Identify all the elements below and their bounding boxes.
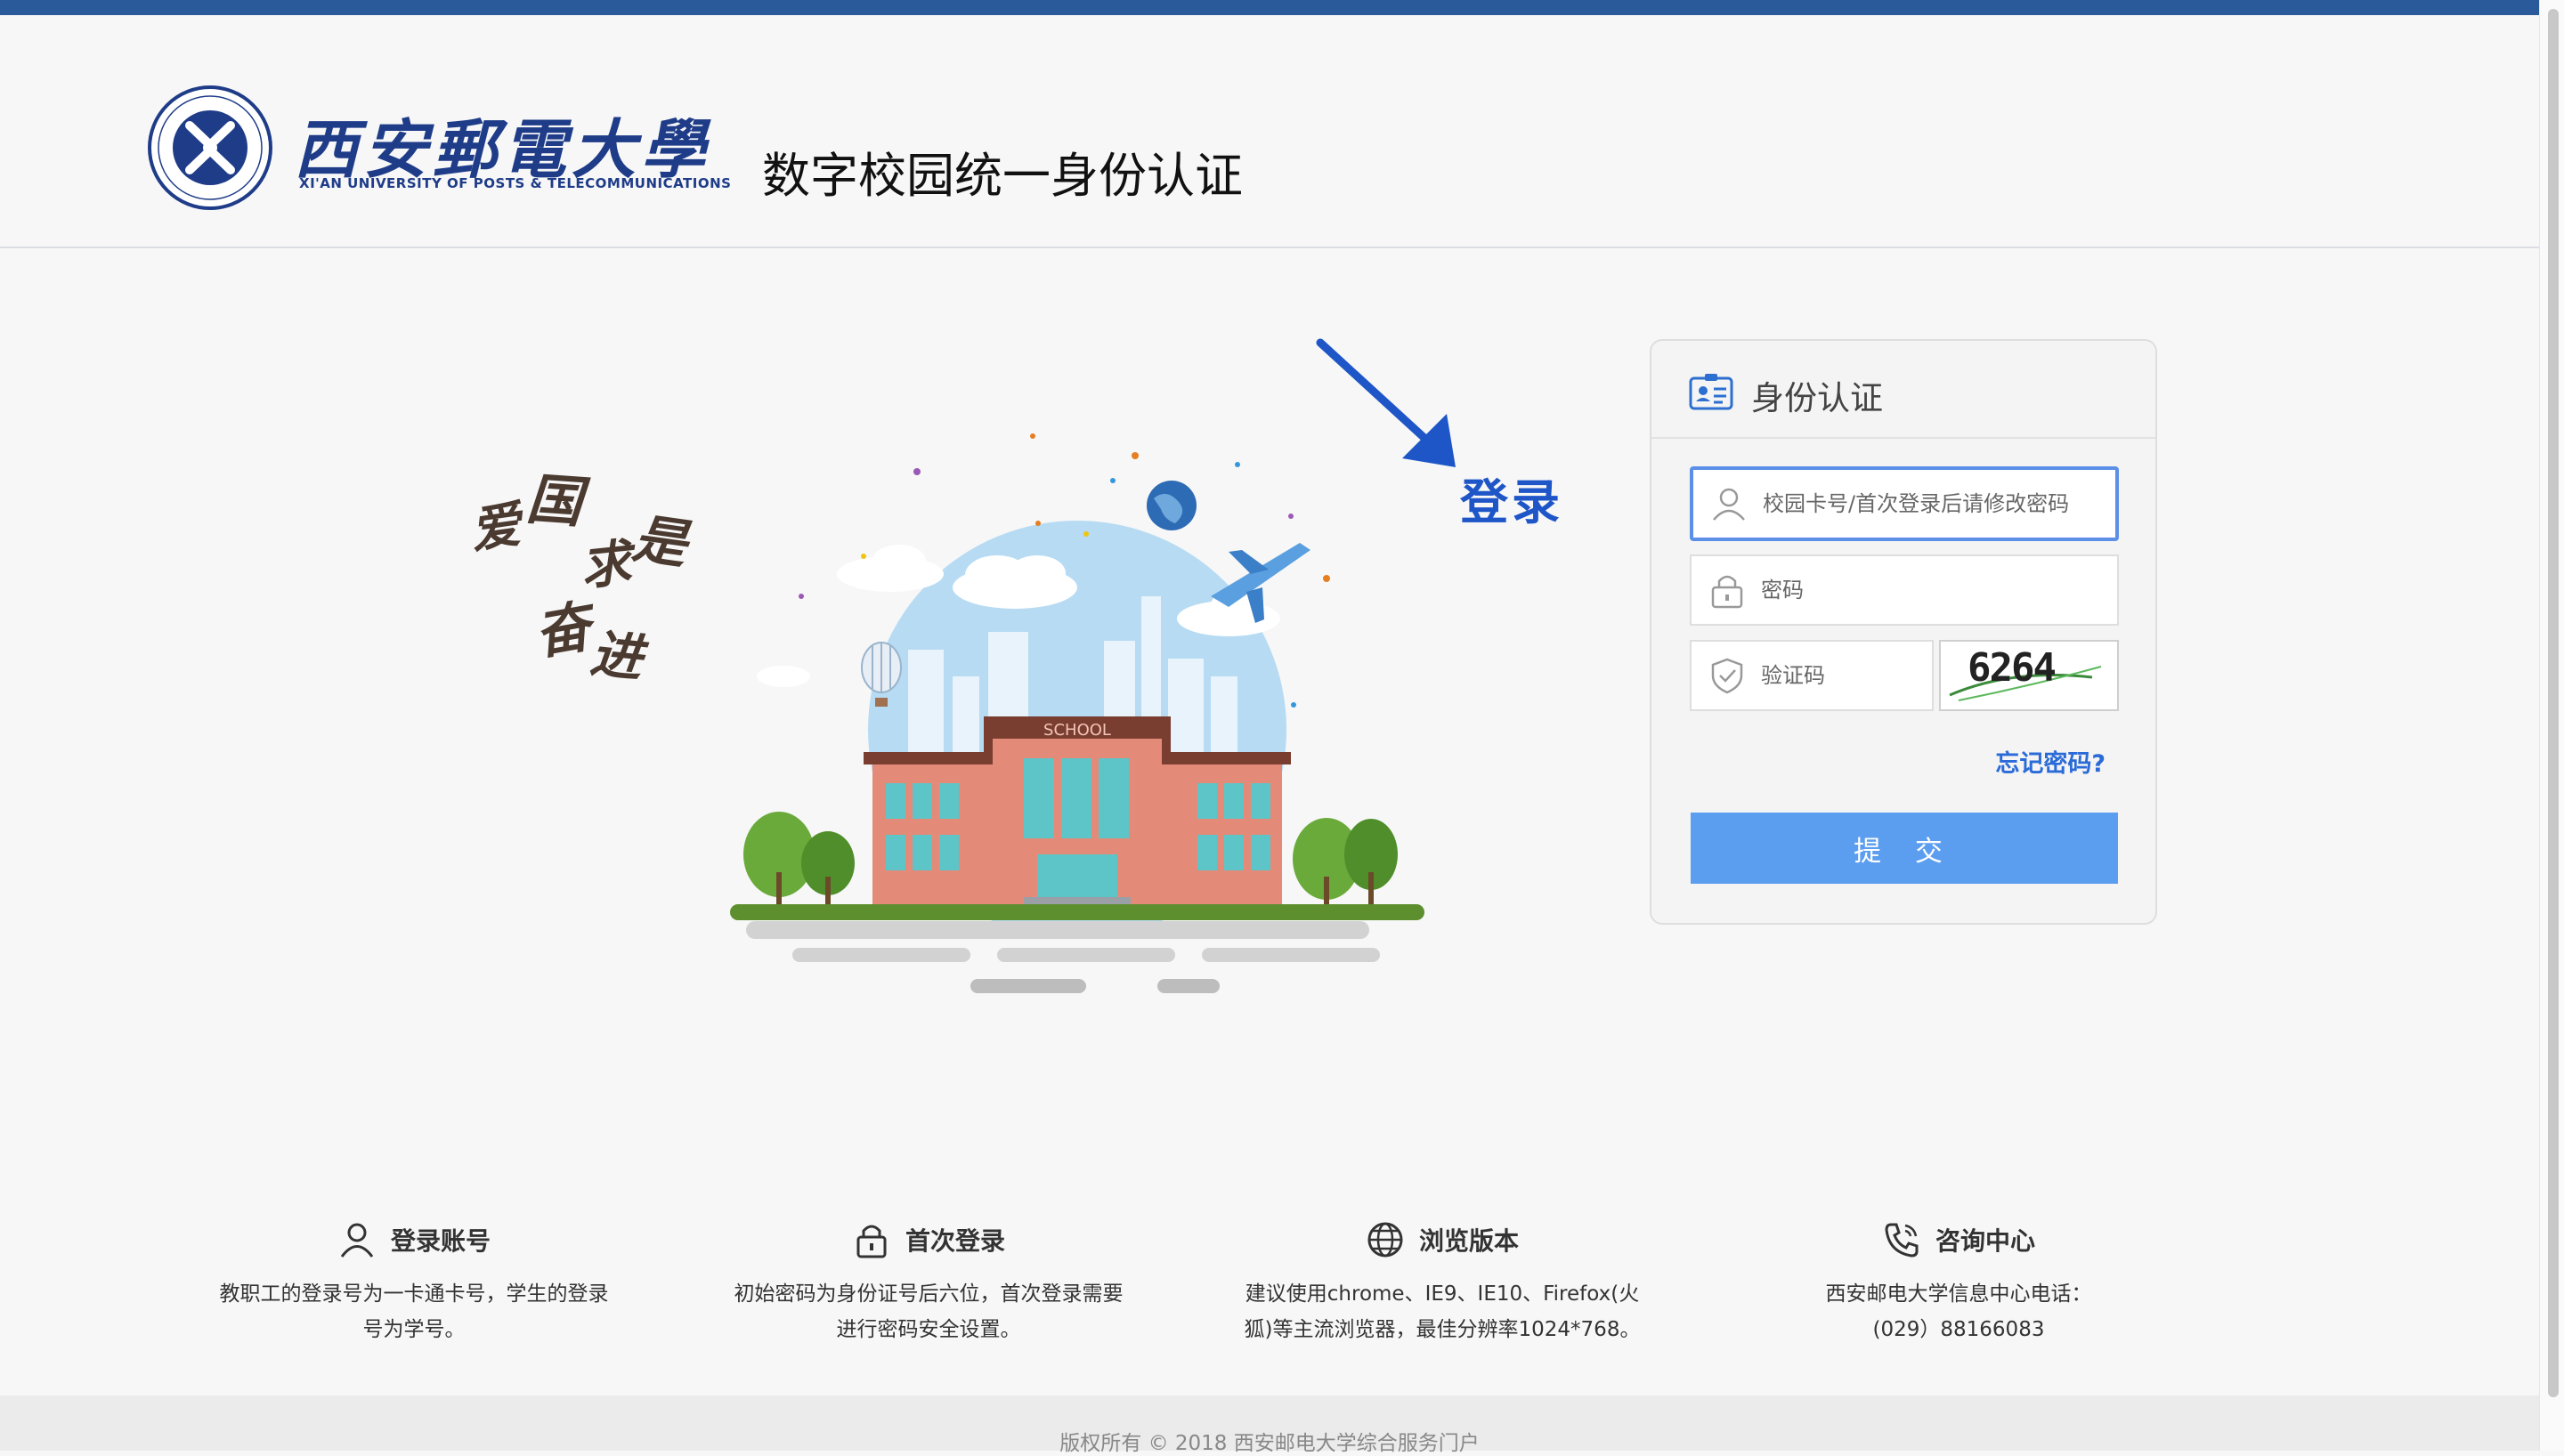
page-header: 西安郵電大學 XI'AN UNIVERSITY OF POSTS & TELEC… (0, 15, 2539, 248)
captcha-value: 6264 (1968, 645, 2057, 691)
phone-icon (1885, 1223, 1919, 1258)
info-desc-line: (029）88166083 (1872, 1318, 2045, 1341)
annotation-arrow-icon (1316, 338, 1456, 467)
school-sign: SCHOOL (1043, 721, 1111, 740)
username-input[interactable] (1763, 470, 2105, 538)
user-icon (1713, 488, 1745, 521)
info-title: 登录账号 (390, 1226, 491, 1256)
annotation-label: 登录 (1460, 474, 1563, 530)
login-panel-header: 身份认证 (1651, 341, 2155, 439)
info-desc-line: 狐)等主流浏览器，最佳分辨率1024*768。 (1244, 1318, 1641, 1341)
password-input[interactable] (1761, 556, 2106, 624)
info-title: 首次登录 (905, 1226, 1005, 1256)
globe-icon (1367, 1222, 1403, 1258)
lock-icon (856, 1225, 887, 1258)
info-browser-version: 浏览版本 建议使用chrome、IE9、IE10、Firefox(火 狐)等主流… (1211, 1217, 1674, 1347)
login-panel: 身份认证 6264 忘记密码? 提 交 (1650, 339, 2157, 925)
user-icon (340, 1223, 374, 1258)
page-title: 数字校园统一身份认证 (762, 148, 1243, 204)
scrollbar-thumb[interactable] (2548, 9, 2559, 1397)
info-desc-line: 初始密码为身份证号后六位，首次登录需要 (734, 1282, 1124, 1306)
login-panel-title: 身份认证 (1751, 379, 1883, 417)
info-login-account: 登录账号 教职工的登录号为一卡通卡号，学生的登录 号为学号。 (183, 1217, 645, 1347)
lock-icon (1711, 575, 1743, 609)
info-desc-line: 进行密码安全设置。 (836, 1318, 1021, 1341)
slogan-char: 国 (524, 465, 585, 536)
info-desc-line: 号为学号。 (362, 1318, 466, 1341)
page-footer: 版权所有 © 2018 西安邮电大学综合服务门户 (0, 1395, 2539, 1455)
shield-check-icon (1711, 658, 1743, 694)
university-emblem-icon (148, 85, 272, 210)
info-title: 咨询中心 (1935, 1226, 2035, 1256)
info-first-login: 首次登录 初始密码为身份证号后六位，首次登录需要 进行密码安全设置。 (697, 1217, 1160, 1347)
username-field[interactable] (1690, 466, 2119, 541)
slogan-char: 进 (588, 623, 645, 689)
forgot-password-link[interactable]: 忘记密码? (1995, 744, 2106, 779)
top-accent-bar (0, 0, 2539, 15)
password-field[interactable] (1690, 554, 2119, 626)
captcha-image[interactable]: 6264 (1939, 640, 2119, 711)
info-title: 浏览版本 (1418, 1226, 1519, 1256)
campus-illustration: SCHOOL (730, 433, 1424, 993)
info-desc-line: 西安邮电大学信息中心电话： (1825, 1282, 2092, 1306)
info-desc-line: 建议使用chrome、IE9、IE10、Firefox(火 (1245, 1282, 1640, 1306)
submit-button[interactable]: 提 交 (1691, 813, 2118, 884)
id-card-icon (1689, 374, 1733, 410)
info-desc-line: 教职工的登录号为一卡通卡号，学生的登录 (219, 1282, 609, 1306)
copyright-text: 版权所有 © 2018 西安邮电大学综合服务门户 (1059, 1432, 1480, 1455)
slogan-char: 爱 (467, 495, 524, 561)
university-name-en: XI'AN UNIVERSITY OF POSTS & TELECOMMUNIC… (299, 175, 732, 191)
slogan-char: 是 (629, 507, 691, 577)
info-help-center: 咨询中心 西安邮电大学信息中心电话： (029）88166083 (1727, 1217, 2190, 1347)
captcha-input[interactable] (1761, 642, 1921, 709)
slogan-char: 求 (578, 533, 634, 597)
captcha-field[interactable] (1690, 640, 1934, 711)
